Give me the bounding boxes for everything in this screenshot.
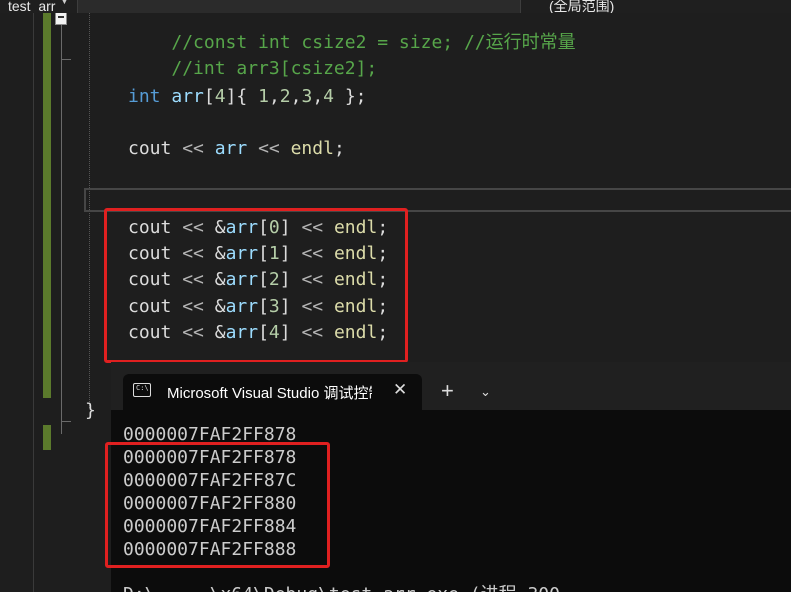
punct-token: }; [334, 86, 367, 107]
closing-brace: } [85, 400, 96, 421]
terminal-icon: C:\ [133, 383, 151, 397]
punct-token: ] [225, 86, 237, 107]
collapse-toggle-icon[interactable] [55, 13, 67, 25]
scope-dropdown[interactable]: (全局范围) [520, 0, 791, 13]
console-output-line: D:\ ... \x64\Debug\test_arr.exe (进程 300 [123, 583, 560, 592]
change-indicator-bar [43, 425, 51, 450]
identifier-token: cout [128, 138, 172, 159]
gutter-separator [33, 13, 34, 592]
comment: //int arr3[csize2]; [171, 58, 378, 79]
number-token: 4 [214, 86, 226, 107]
close-icon[interactable]: ✕ [393, 380, 407, 400]
punct-token: , [290, 86, 302, 107]
function-token: endl [290, 138, 334, 159]
console-tab[interactable]: C:\ Microsoft Visual Studio 调试控制台 ✕ [123, 374, 422, 410]
outline-tick [61, 59, 71, 60]
punct-token: [ [203, 86, 215, 107]
operator-token: << [171, 138, 215, 159]
number-token: 3 [301, 86, 313, 107]
number-token: 2 [279, 86, 291, 107]
change-indicator-bar [43, 13, 51, 398]
console-tab-title: Microsoft Visual Studio 调试控制台 [167, 385, 372, 402]
new-tab-button[interactable]: + [441, 380, 454, 402]
chevron-down-icon[interactable]: ▼ [60, 0, 69, 6]
output-highlight-box [105, 442, 330, 568]
project-name: test_arr [8, 0, 56, 13]
code-highlight-box [104, 208, 408, 363]
punct-token: , [268, 86, 280, 107]
keyword-token: int [128, 86, 161, 107]
code-line[interactable]: cout << arr << endl; [128, 137, 345, 161]
punct-token: ; [333, 138, 345, 159]
variable-token: arr [171, 86, 204, 107]
outline-tick [61, 421, 71, 422]
variable-token: arr [214, 138, 248, 159]
code-line[interactable]: int arr[4]{ 1,2,3,4 }; [128, 85, 367, 109]
chevron-down-icon[interactable]: ⌄ [480, 384, 491, 400]
navigation-bar: test_arr ▼ (全局范围) [0, 0, 791, 13]
number-token: 1 [258, 86, 269, 107]
punct-token: { [236, 86, 259, 107]
number-token: 4 [323, 86, 334, 107]
punct-token: , [312, 86, 324, 107]
operator-token: << [247, 138, 291, 159]
console-tab-strip: C:\ Microsoft Visual Studio 调试控制台 ✕ + ⌄ [111, 362, 791, 410]
outline-guide [61, 25, 62, 434]
scope-label: (全局范围) [549, 0, 615, 13]
